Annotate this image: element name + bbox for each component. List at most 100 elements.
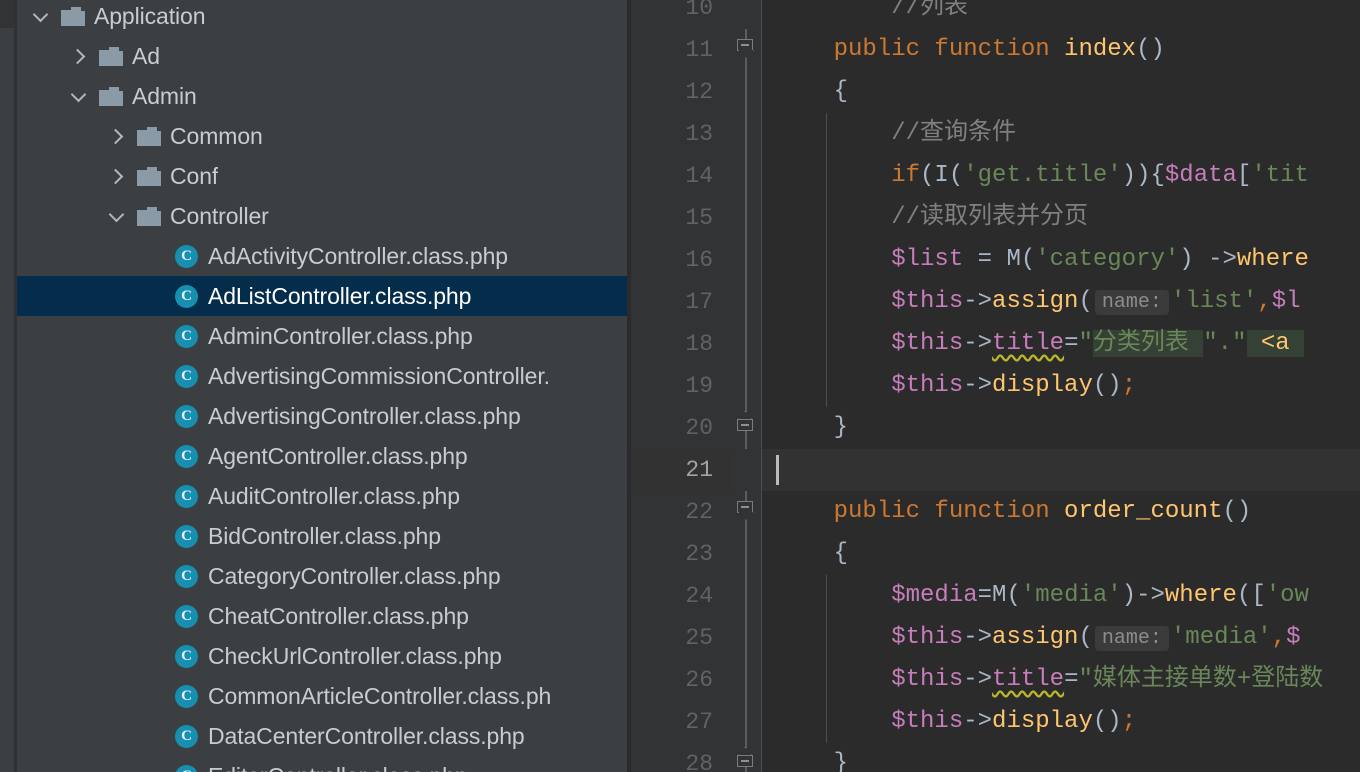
- line-number: 17: [631, 281, 731, 323]
- code-line-content[interactable]: if(I('get.title')){$data['tit: [762, 155, 1360, 197]
- fold-gutter[interactable]: [731, 0, 761, 29]
- fold-gutter[interactable]: [731, 71, 761, 113]
- project-tool-window[interactable]: Application Ad Admin Common Conf Controller C A…: [17, 0, 627, 772]
- fold-gutter[interactable]: [731, 281, 761, 323]
- fold-gutter[interactable]: [731, 575, 761, 617]
- fold-gutter[interactable]: [731, 365, 761, 407]
- code-line-content[interactable]: $this->title="分类列表 "." <a: [762, 323, 1360, 365]
- tree-folder-conf[interactable]: Conf: [17, 156, 627, 196]
- editor-line[interactable]: 21: [631, 449, 1360, 491]
- project-tree-list[interactable]: Application Ad Admin Common Conf Controller C A…: [17, 0, 627, 772]
- editor-line[interactable]: 24 $media=M('media')->where(['ow: [631, 575, 1360, 617]
- tree-file-item[interactable]: C CommonArticleController.class.ph: [17, 676, 627, 716]
- fold-gutter[interactable]: [731, 113, 761, 155]
- editor-line[interactable]: 28 }: [631, 743, 1360, 772]
- tree-file-item[interactable]: C CategoryController.class.php: [17, 556, 627, 596]
- fold-gutter[interactable]: [731, 155, 761, 197]
- editor-line[interactable]: 18 $this->title="分类列表 "." <a: [631, 323, 1360, 365]
- chevron-down-icon[interactable]: [97, 205, 137, 227]
- code-line-content[interactable]: $this->assign(name:'media',$: [762, 617, 1360, 659]
- editor-line[interactable]: 10 //列表: [631, 0, 1360, 29]
- editor-line[interactable]: 17 $this->assign(name:'list',$l: [631, 281, 1360, 323]
- chevron-right-icon[interactable]: [97, 165, 137, 187]
- editor-line[interactable]: 13 //查询条件: [631, 113, 1360, 155]
- tree-file-item[interactable]: C EditorController.class.php: [17, 756, 627, 772]
- editor-line[interactable]: 23 {: [631, 533, 1360, 575]
- fold-region-end-icon[interactable]: [737, 747, 755, 772]
- fold-gutter[interactable]: [731, 29, 761, 71]
- left-tool-strip[interactable]: [0, 0, 14, 772]
- tree-file-item[interactable]: C CheckUrlController.class.php: [17, 636, 627, 676]
- code-token: order_count: [1064, 498, 1223, 525]
- code-line-content[interactable]: public function index(): [762, 29, 1360, 71]
- editor-lines[interactable]: 10 //列表 11 public function index() 12 {13 …: [631, 0, 1360, 772]
- editor-line[interactable]: 11 public function index(): [631, 29, 1360, 71]
- editor-line[interactable]: 25 $this->assign(name:'media',$: [631, 617, 1360, 659]
- editor-line[interactable]: 16 $list = M('category') ->where: [631, 239, 1360, 281]
- editor-line[interactable]: 14 if(I('get.title')){$data['tit: [631, 155, 1360, 197]
- tree-file-item[interactable]: C AdvertisingCommissionController.: [17, 356, 627, 396]
- tree-file-item[interactable]: C AdListController.class.php: [17, 276, 627, 316]
- code-line-content[interactable]: $list = M('category') ->where: [762, 239, 1360, 281]
- editor-pane[interactable]: 10 //列表 11 public function index() 12 {13 …: [631, 0, 1360, 772]
- tree-file-item[interactable]: C AuditController.class.php: [17, 476, 627, 516]
- code-line-content[interactable]: }: [762, 407, 1360, 449]
- code-line-content[interactable]: $this->title="媒体主接单数+登陆数: [762, 659, 1360, 701]
- tree-file-item[interactable]: C AdActivityController.class.php: [17, 236, 627, 276]
- fold-gutter[interactable]: [731, 701, 761, 743]
- code-line-content[interactable]: //读取列表并分页: [762, 197, 1360, 239]
- code-line-content[interactable]: //查询条件: [762, 113, 1360, 155]
- tree-folder-controller[interactable]: Controller: [17, 196, 627, 236]
- code-line-content[interactable]: [762, 449, 1360, 491]
- code-tokens: if(I('get.title')){$data['tit: [776, 155, 1309, 197]
- fold-gutter[interactable]: [731, 197, 761, 239]
- tree-folder-admin[interactable]: Admin: [17, 76, 627, 116]
- code-line-content[interactable]: public function order_count(): [762, 491, 1360, 533]
- code-line-content[interactable]: //列表: [762, 0, 1360, 29]
- fold-collapse-icon[interactable]: [737, 39, 755, 60]
- code-line-content[interactable]: }: [762, 743, 1360, 772]
- code-line-content[interactable]: $this->assign(name:'list',$l: [762, 281, 1360, 323]
- tree-file-item[interactable]: C AdminController.class.php: [17, 316, 627, 356]
- fold-gutter[interactable]: [731, 491, 761, 533]
- editor-line[interactable]: 15 //读取列表并分页: [631, 197, 1360, 239]
- fold-gutter[interactable]: [731, 449, 761, 491]
- fold-gutter[interactable]: [731, 743, 761, 772]
- fold-region-line: [745, 533, 747, 575]
- code-line-content[interactable]: $this->display();: [762, 701, 1360, 743]
- tool-window-tab[interactable]: [0, 0, 14, 28]
- fold-gutter[interactable]: [731, 617, 761, 659]
- line-number: 12: [631, 71, 731, 113]
- tree-file-item[interactable]: C CheatController.class.php: [17, 596, 627, 636]
- editor-line[interactable]: 26 $this->title="媒体主接单数+登陆数: [631, 659, 1360, 701]
- fold-collapse-icon[interactable]: [737, 501, 755, 522]
- editor-line[interactable]: 22 public function order_count(): [631, 491, 1360, 533]
- tree-folder-ad[interactable]: Ad: [17, 36, 627, 76]
- line-number: 21: [631, 449, 731, 491]
- code-line-content[interactable]: $media=M('media')->where(['ow: [762, 575, 1360, 617]
- editor-line[interactable]: 27 $this->display();: [631, 701, 1360, 743]
- fold-gutter[interactable]: [731, 407, 761, 449]
- chevron-down-icon[interactable]: [21, 5, 61, 27]
- editor-line[interactable]: 20 }: [631, 407, 1360, 449]
- chevron-down-icon[interactable]: [59, 85, 99, 107]
- tree-file-item[interactable]: C AgentController.class.php: [17, 436, 627, 476]
- fold-gutter[interactable]: [731, 323, 761, 365]
- code-token: //列表: [776, 0, 969, 21]
- tree-file-item[interactable]: C AdvertisingController.class.php: [17, 396, 627, 436]
- code-line-content[interactable]: {: [762, 71, 1360, 113]
- fold-gutter[interactable]: [731, 659, 761, 701]
- fold-gutter[interactable]: [731, 239, 761, 281]
- fold-gutter[interactable]: [731, 533, 761, 575]
- editor-line[interactable]: 12 {: [631, 71, 1360, 113]
- tree-folder-common[interactable]: Common: [17, 116, 627, 156]
- tree-folder-application[interactable]: Application: [17, 0, 627, 36]
- chevron-right-icon[interactable]: [97, 125, 137, 147]
- editor-line[interactable]: 19 $this->display();: [631, 365, 1360, 407]
- code-line-content[interactable]: $this->display();: [762, 365, 1360, 407]
- tree-file-item[interactable]: C BidController.class.php: [17, 516, 627, 556]
- fold-region-end-icon[interactable]: [737, 411, 755, 440]
- code-line-content[interactable]: {: [762, 533, 1360, 575]
- tree-file-item[interactable]: C DataCenterController.class.php: [17, 716, 627, 756]
- chevron-right-icon[interactable]: [59, 45, 99, 67]
